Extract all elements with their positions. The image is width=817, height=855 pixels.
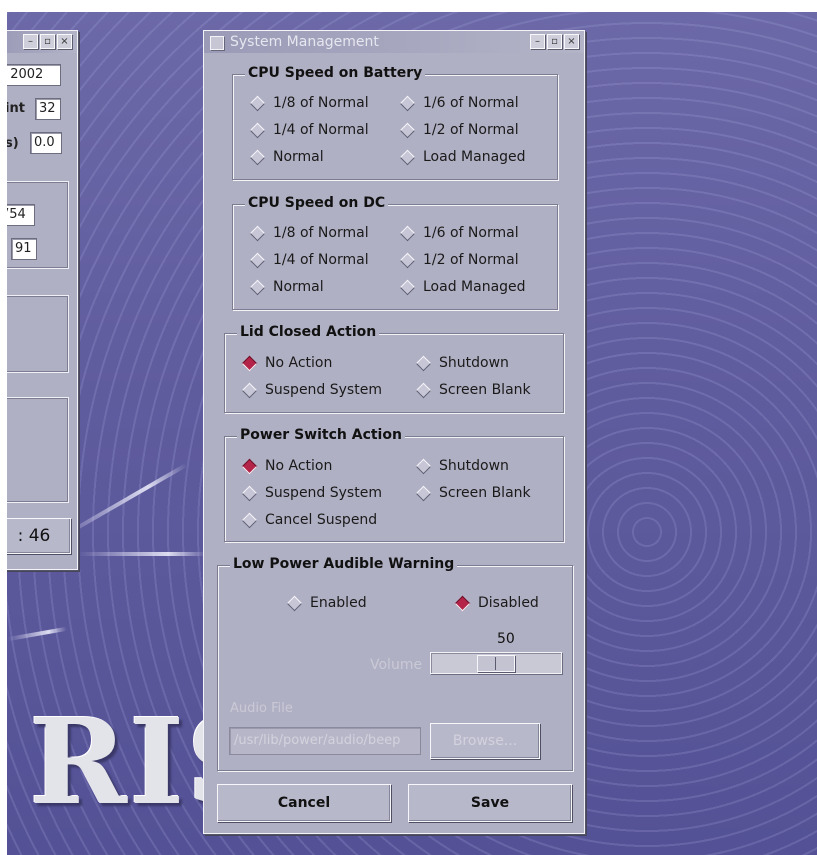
save-button[interactable]: Save: [408, 784, 572, 822]
radio-diamond-icon: [249, 95, 266, 111]
bg-time-button[interactable]: : 46: [7, 518, 71, 554]
radio-diamond-icon: [415, 355, 432, 371]
low-power-warning-group: Low Power Audible Warning Enabled Disabl…: [217, 556, 573, 771]
radio-diamond-icon: [249, 225, 266, 241]
radio-power-screen-blank[interactable]: Screen Blank: [415, 485, 531, 501]
radio-warning-disabled[interactable]: Disabled: [454, 595, 539, 611]
bg-field[interactable]: 754: [7, 204, 35, 226]
radio-warning-enabled[interactable]: Enabled: [286, 595, 367, 611]
cancel-button[interactable]: Cancel: [217, 784, 391, 822]
radio-lid-no-action[interactable]: No Action: [241, 355, 332, 371]
radio-cpu-battery-normal[interactable]: Normal: [249, 149, 324, 165]
radio-diamond-icon: [399, 225, 416, 241]
radio-diamond-icon: [241, 382, 258, 398]
desktop-background: RIS – ▫ × t 2002 int 32 s) 0.0 754 91 : …: [7, 12, 817, 855]
radio-cpu-battery-load-managed[interactable]: Load Managed: [399, 149, 526, 165]
radio-diamond-icon: [454, 595, 471, 611]
background-window[interactable]: – ▫ × t 2002 int 32 s) 0.0 754 91 : 46: [7, 30, 78, 570]
background-streak: [77, 552, 207, 556]
radio-power-no-action[interactable]: No Action: [241, 458, 332, 474]
maximize-icon[interactable]: ▫: [547, 34, 562, 49]
volume-label: Volume: [370, 657, 423, 673]
lid-closed-legend: Lid Closed Action: [237, 324, 380, 340]
radio-diamond-icon: [241, 485, 258, 501]
background-streak: [7, 626, 67, 642]
cpu-dc-group: CPU Speed on DC 1/8 of Normal 1/6 of Nor…: [232, 195, 558, 310]
audio-file-label: Audio File: [230, 701, 293, 716]
background-window-titlebar[interactable]: – ▫ ×: [7, 31, 77, 53]
minimize-icon[interactable]: –: [530, 34, 545, 49]
radio-power-cancel-suspend[interactable]: Cancel Suspend: [241, 512, 377, 528]
window-menu-icon[interactable]: [210, 36, 224, 50]
power-switch-legend: Power Switch Action: [237, 427, 405, 443]
radio-diamond-icon: [241, 355, 258, 371]
radio-diamond-icon: [415, 382, 432, 398]
radio-lid-screen-blank[interactable]: Screen Blank: [415, 382, 531, 398]
cpu-battery-group: CPU Speed on Battery 1/8 of Normal 1/6 o…: [232, 65, 558, 180]
bg-field-count[interactable]: 32: [35, 98, 61, 120]
radio-diamond-icon: [249, 279, 266, 295]
radio-diamond-icon: [399, 122, 416, 138]
volume-slider-thumb[interactable]: [477, 655, 515, 672]
bg-field-date[interactable]: t 2002: [7, 64, 61, 86]
radio-cpu-dc-normal[interactable]: Normal: [249, 279, 324, 295]
radio-diamond-icon: [249, 149, 266, 165]
radio-diamond-icon: [241, 458, 258, 474]
radio-diamond-icon: [399, 95, 416, 111]
radio-diamond-icon: [249, 252, 266, 268]
close-icon[interactable]: ×: [57, 34, 72, 49]
radio-diamond-icon: [399, 252, 416, 268]
cpu-battery-legend: CPU Speed on Battery: [245, 65, 426, 81]
radio-cpu-dc-1-4[interactable]: 1/4 of Normal: [249, 252, 369, 268]
radio-cpu-dc-1-6[interactable]: 1/6 of Normal: [399, 225, 519, 241]
bg-group-box: [7, 295, 69, 373]
radio-lid-shutdown[interactable]: Shutdown: [415, 355, 509, 371]
cpu-dc-legend: CPU Speed on DC: [245, 195, 389, 211]
bg-group-box: [7, 397, 69, 503]
bg-label: s): [7, 136, 19, 151]
lid-closed-group: Lid Closed Action No Action Shutdown Sus…: [224, 324, 564, 413]
maximize-icon[interactable]: ▫: [40, 34, 55, 49]
browse-button[interactable]: Browse...: [430, 723, 540, 759]
audio-file-input[interactable]: /usr/lib/power/audio/beep: [229, 727, 421, 755]
bg-field[interactable]: 91: [11, 238, 37, 260]
bg-field-value[interactable]: 0.0: [30, 132, 62, 154]
radio-power-shutdown[interactable]: Shutdown: [415, 458, 509, 474]
radio-diamond-icon: [286, 595, 303, 611]
window-title: System Management: [230, 34, 379, 50]
radio-cpu-dc-1-2[interactable]: 1/2 of Normal: [399, 252, 519, 268]
power-switch-group: Power Switch Action No Action Shutdown S…: [224, 427, 564, 542]
close-icon[interactable]: ×: [564, 34, 579, 49]
radio-cpu-dc-load-managed[interactable]: Load Managed: [399, 279, 526, 295]
radio-diamond-icon: [241, 512, 258, 528]
radio-diamond-icon: [415, 458, 432, 474]
minimize-icon[interactable]: –: [23, 34, 38, 49]
radio-diamond-icon: [249, 122, 266, 138]
volume-value: 50: [497, 631, 515, 647]
system-management-window[interactable]: System Management – ▫ × CPU Speed on Bat…: [203, 30, 585, 834]
radio-cpu-battery-1-8[interactable]: 1/8 of Normal: [249, 95, 369, 111]
radio-cpu-battery-1-6[interactable]: 1/6 of Normal: [399, 95, 519, 111]
radio-cpu-battery-1-2[interactable]: 1/2 of Normal: [399, 122, 519, 138]
volume-slider[interactable]: [430, 652, 562, 674]
radio-cpu-battery-1-4[interactable]: 1/4 of Normal: [249, 122, 369, 138]
window-titlebar[interactable]: System Management – ▫ ×: [204, 31, 584, 53]
radio-cpu-dc-1-8[interactable]: 1/8 of Normal: [249, 225, 369, 241]
radio-power-suspend[interactable]: Suspend System: [241, 485, 382, 501]
radio-diamond-icon: [415, 485, 432, 501]
radio-diamond-icon: [399, 279, 416, 295]
radio-diamond-icon: [399, 149, 416, 165]
low-power-warning-legend: Low Power Audible Warning: [230, 556, 458, 572]
radio-lid-suspend[interactable]: Suspend System: [241, 382, 382, 398]
bg-label: int: [7, 101, 25, 116]
